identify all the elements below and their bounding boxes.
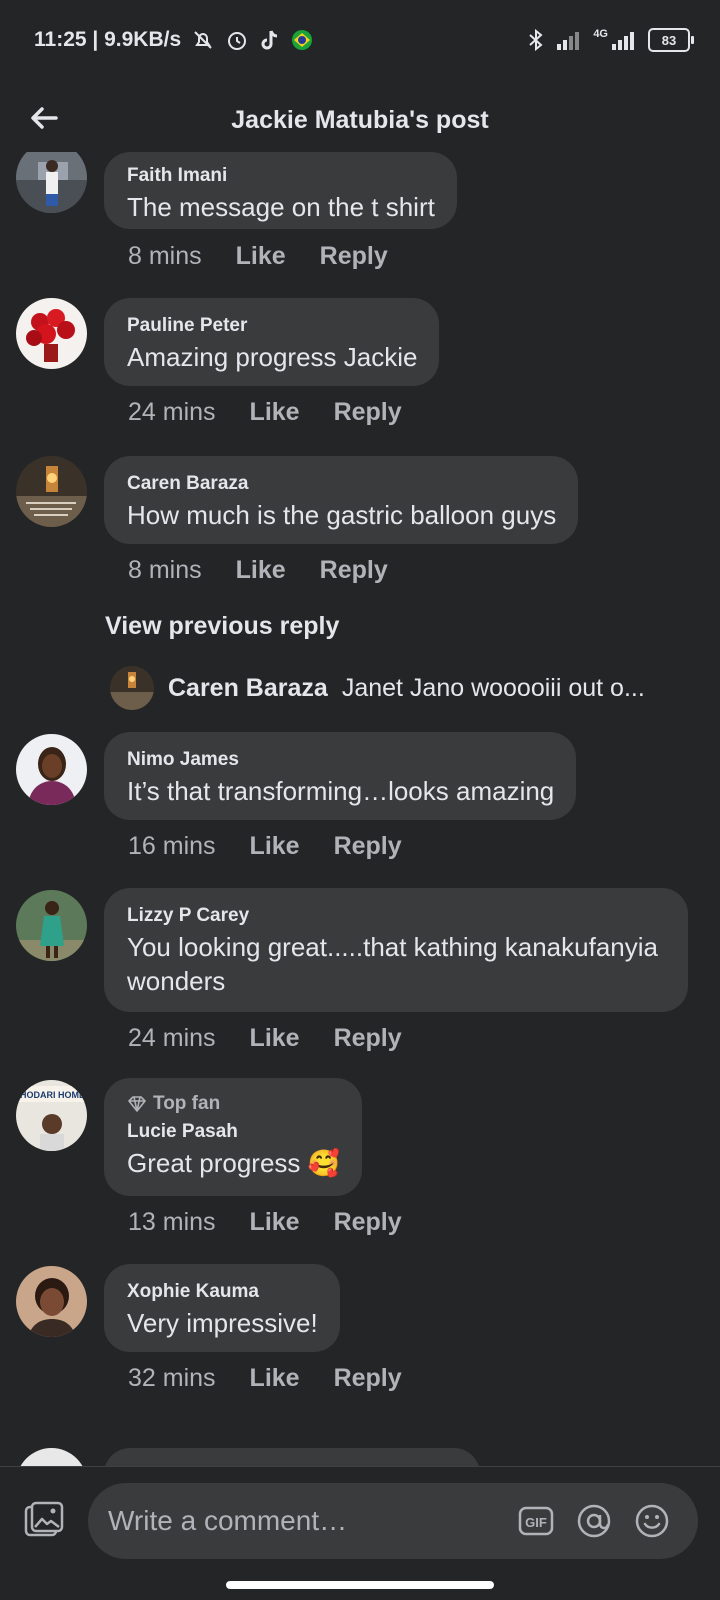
avatar[interactable]: [16, 298, 87, 369]
comment-input[interactable]: Write a comment… GIF: [88, 1483, 698, 1559]
commenter-name[interactable]: Lizzy P Carey: [127, 904, 666, 928]
comment-actions: 24 mins Like Reply: [128, 1024, 402, 1053]
comment-bubble[interactable]: Faith Imani The message on the t shirt: [104, 152, 457, 229]
bluetooth-icon: [529, 28, 543, 52]
gif-label: GIF: [525, 1515, 547, 1530]
avatar[interactable]: [16, 456, 87, 527]
comment-composer: Write a comment… GIF: [0, 1466, 720, 1575]
comment-text: How much is the gastric balloon guys: [127, 500, 557, 530]
page-title: Jackie Matubia's post: [231, 106, 489, 134]
gif-button[interactable]: GIF: [518, 1503, 554, 1539]
emoji-button[interactable]: [634, 1503, 670, 1539]
like-button[interactable]: Like: [250, 1208, 300, 1237]
battery-icon: 83: [648, 28, 694, 52]
commenter-name[interactable]: Faith Imani: [127, 164, 435, 188]
like-button[interactable]: Like: [250, 832, 300, 861]
comment-time: 32 mins: [128, 1364, 216, 1392]
network-type: 4G: [593, 28, 608, 40]
comment-placeholder: Write a comment…: [108, 1505, 348, 1536]
comment-text: The message on the t shirt: [127, 192, 435, 222]
avatar[interactable]: [110, 666, 154, 710]
avatar[interactable]: [16, 734, 87, 805]
svg-text:HODARI HOMES: HODARI HOMES: [20, 1090, 87, 1100]
like-button[interactable]: Like: [250, 1024, 300, 1053]
comment-text: Amazing progress Jackie: [127, 342, 418, 372]
comment-bubble[interactable]: Xophie Kauma Very impressive!: [104, 1264, 340, 1352]
top-fan-badge: Top fan: [127, 1092, 340, 1116]
at-icon: [577, 1504, 611, 1538]
status-time: 11:25 | 9.9KB/s: [34, 28, 182, 51]
diamond-icon: [128, 1096, 146, 1112]
comment-time: 8 mins: [128, 242, 202, 270]
gif-icon: GIF: [518, 1506, 554, 1536]
comment-text: It’s that transforming…looks amazing: [127, 776, 555, 806]
top-fan-label: Top fan: [153, 1093, 221, 1114]
avatar[interactable]: HODARI HOMES: [16, 1080, 87, 1151]
reply-button[interactable]: Reply: [334, 1208, 402, 1237]
mention-button[interactable]: [576, 1503, 612, 1539]
like-button[interactable]: Like: [236, 242, 286, 271]
reply-author[interactable]: Caren Baraza: [168, 674, 328, 703]
reply-button[interactable]: Reply: [320, 242, 388, 271]
comment-time: 24 mins: [128, 398, 216, 426]
status-right: 4G 83: [527, 28, 694, 52]
commenter-name[interactable]: Xophie Kauma: [127, 1280, 318, 1304]
reply-button[interactable]: Reply: [334, 398, 402, 427]
tiktok-icon: [261, 30, 278, 50]
comment-bubble[interactable]: Top fan Lucie Pasah Great progress 🥰: [104, 1078, 363, 1196]
status-left: 11:25 | 9.9KB/s: [34, 28, 313, 52]
signal-strong-icon: [612, 32, 634, 50]
battery-level: 83: [661, 32, 677, 48]
comment-actions: 13 mins Like Reply: [128, 1208, 402, 1237]
like-button[interactable]: Like: [250, 1364, 300, 1393]
home-indicator[interactable]: [226, 1581, 494, 1589]
comment-time: 16 mins: [128, 832, 216, 860]
comment-actions: 16 mins Like Reply: [128, 832, 402, 861]
comment-actions: 8 mins Like Reply: [128, 242, 388, 271]
comment-actions: 32 mins Like Reply: [128, 1364, 402, 1393]
comment-actions: 24 mins Like Reply: [128, 398, 402, 427]
reply-button[interactable]: Reply: [334, 1364, 402, 1393]
reply-button[interactable]: Reply: [320, 556, 388, 585]
comment-bubble[interactable]: Caren Baraza How much is the gastric bal…: [104, 456, 579, 544]
reply-button[interactable]: Reply: [334, 832, 402, 861]
like-button[interactable]: Like: [250, 398, 300, 427]
view-previous-reply-link[interactable]: View previous reply: [105, 612, 339, 641]
commenter-name[interactable]: Nimo James: [127, 748, 554, 772]
avatar[interactable]: [16, 1266, 87, 1337]
commenter-name[interactable]: Pauline Peter: [127, 314, 417, 338]
mute-notifications-icon: [194, 31, 212, 49]
commenter-name[interactable]: Caren Baraza: [127, 472, 556, 496]
avatar[interactable]: [16, 152, 87, 213]
commenter-name[interactable]: Lucie Pasah: [127, 1120, 340, 1144]
comment-text: Great progress 🥰: [127, 1148, 341, 1178]
comment-bubble[interactable]: Pauline Peter Amazing progress Jackie: [104, 298, 440, 386]
page-header: Jackie Matubia's post: [0, 86, 720, 152]
flag-icon: [292, 30, 313, 50]
comment-time: 8 mins: [128, 556, 202, 584]
add-photo-button[interactable]: [22, 1499, 66, 1543]
signal-icon: [557, 32, 580, 50]
comment-time: 24 mins: [128, 1024, 216, 1052]
alarm-icon: [228, 32, 247, 50]
reply-text: Janet Jano wooooiii out o...: [341, 673, 645, 702]
comment-bubble[interactable]: [104, 1448, 480, 1466]
smiley-icon: [635, 1504, 669, 1538]
comment-actions: 8 mins Like Reply: [128, 556, 388, 585]
comment-time: 13 mins: [128, 1208, 216, 1236]
reply-button[interactable]: Reply: [334, 1024, 402, 1053]
avatar[interactable]: [16, 1448, 87, 1466]
comment-bubble[interactable]: Nimo James It’s that transforming…looks …: [104, 732, 577, 820]
comments-feed[interactable]: Faith Imani The message on the t shirt 8…: [0, 152, 720, 1466]
status-bar: 11:25 | 9.9KB/s 4G 83: [0, 0, 720, 86]
comment-text: You looking great.....that kathing kanak…: [127, 932, 658, 996]
like-button[interactable]: Like: [236, 556, 286, 585]
comment-bubble[interactable]: Lizzy P Carey You looking great.....that…: [104, 888, 688, 1012]
reply-preview[interactable]: Caren Baraza Janet Jano wooooiii out o..…: [110, 666, 710, 710]
comment-text: Very impressive!: [127, 1308, 318, 1338]
photo-icon: [24, 1501, 64, 1537]
avatar[interactable]: [16, 890, 87, 961]
